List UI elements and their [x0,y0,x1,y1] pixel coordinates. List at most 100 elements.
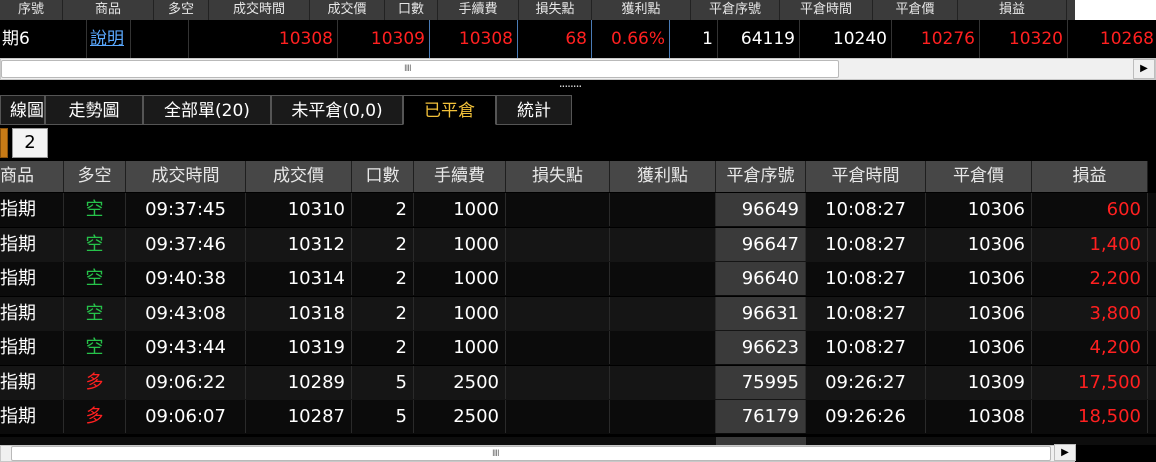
splitter-handle[interactable]: ........ [540,77,600,90]
grid-col-pnl[interactable]: 損益 [1032,161,1148,192]
table-row[interactable]: 指期多 09:06:22 10289 5 2500 75995 09:26:27 10309 1… [0,365,1156,400]
cell-close-price: 10306 [926,331,1032,364]
table-row[interactable]: 指期空 09:40:38 10314 2 1000 96640 10:08:27 10306 2… [0,262,1156,296]
tab-open-positions[interactable]: 未平倉(0,0) [271,95,403,125]
cell-close-no: 96640 [716,262,806,295]
cell-price: 10314 [246,262,352,295]
cell-price: 10319 [246,331,352,364]
top-info-link[interactable]: 說明 [84,20,131,58]
cell-side: 多 [64,365,126,399]
cell-close-price: 10309 [926,365,1032,399]
grid-col-time[interactable]: 成交時間 [126,161,246,192]
cell-fee: 1000 [414,331,506,364]
cell-fee: 2500 [414,365,506,399]
col-header-fee[interactable]: 手續費 [438,0,519,20]
bottom-horizontal-scrollbar[interactable]: IIII ▶ [0,444,1076,462]
grid-col-fee[interactable]: 手續費 [414,161,506,192]
cell-qty: 2 [352,296,414,330]
top-cell-3: 10308 [430,20,518,58]
cell-close-time: 10:08:27 [806,227,926,261]
cell-pnl: 1,400 [1032,227,1148,261]
scroll-right-arrow-icon[interactable]: ▶ [1133,59,1155,79]
col-header-close-price[interactable]: 平倉價 [873,0,958,20]
cell-product: 指期 [0,365,64,399]
cell-stop [506,365,610,399]
table-row[interactable]: 指期空 09:43:44 10319 2 1000 96623 10:08:27 10306 4… [0,331,1156,365]
col-header-side[interactable]: 多空 [154,0,209,20]
top-product: 期6 [0,20,87,58]
cell-time: 09:43:44 [126,331,246,364]
bottom-scroll-thumb[interactable]: IIII [11,446,1051,461]
cell-take [610,227,716,261]
col-header-qty[interactable]: 口數 [385,0,438,20]
col-header-close-no[interactable]: 平倉序號 [691,0,780,20]
cell-close-time: 10:08:27 [806,262,926,295]
tab-trend[interactable]: 走勢圖 [45,95,143,125]
cell-product: 指期 [0,193,64,226]
top-cell-6: 1 [670,20,718,58]
grid-col-stop[interactable]: 損失點 [506,161,610,192]
col-header-close-time[interactable]: 平倉時間 [780,0,873,20]
grid-col-close-time[interactable]: 平倉時間 [806,161,926,192]
cell-price: 10287 [246,400,352,433]
cell-fee: 1000 [414,296,506,330]
col-header-pnl[interactable]: 損益 [958,0,1067,20]
cell-fee: 1000 [414,227,506,261]
top-table-row[interactable]: 期6 說明 10308 10309 10308 68 0.66% 1 64119… [0,20,1156,58]
cell-product: 指期 [0,296,64,330]
scroll-right-arrow-icon[interactable]: ▶ [1054,444,1076,461]
cell-qty: 2 [352,227,414,261]
cell-product: 指期 [0,331,64,364]
col-header-stop[interactable]: 損失點 [519,0,592,20]
grid-col-close-no[interactable]: 平倉序號 [716,161,806,192]
cell-fee: 1000 [414,262,506,295]
cell-pnl: 600 [1032,193,1148,226]
col-header-product[interactable]: 商品 [63,0,154,20]
cell-time: 09:37:45 [126,193,246,226]
cell-side: 空 [64,331,126,364]
cell-qty: 2 [352,331,414,364]
col-header-take[interactable]: 獲利點 [592,0,691,20]
cell-price: 10318 [246,296,352,330]
col-header-price[interactable]: 成交價 [310,0,385,20]
grid-col-price[interactable]: 成交價 [246,161,352,192]
top-cell-5: 0.66% [596,20,670,58]
cell-pnl: 2,200 [1032,262,1148,295]
cell-stop [506,193,610,226]
cell-close-price: 10306 [926,296,1032,330]
tab-kline[interactable]: 線圖 [0,95,45,125]
cell-take [610,365,716,399]
top-cell-9: 10276 [892,20,980,58]
table-row[interactable]: 指期空 09:43:08 10318 2 1000 96631 10:08:27 10306 3… [0,296,1156,331]
table-row[interactable]: 指期多 09:06:07 10287 5 2500 76179 09:26:26 10308 1… [0,400,1156,434]
cell-close-time: 10:08:27 [806,296,926,330]
table-row[interactable]: 指期空 09:37:45 10310 2 1000 96649 10:08:27 10306 6… [0,193,1156,227]
cell-take [610,262,716,295]
cell-qty: 5 [352,400,414,433]
cell-side: 空 [64,296,126,330]
top-scroll-thumb[interactable]: IIII [1,60,839,78]
page-button-2[interactable]: 2 [12,128,48,158]
grid-col-side[interactable]: 多空 [64,161,126,192]
page-button-1[interactable]: 1 [0,128,8,158]
table-row[interactable]: 指期空 09:37:46 10312 2 1000 96647 10:08:27 10306 1… [0,227,1156,262]
col-header-time[interactable]: 成交時間 [209,0,310,20]
grid-col-qty[interactable]: 口數 [352,161,414,192]
cell-stop [506,262,610,295]
grid-col-close-price[interactable]: 平倉價 [926,161,1032,192]
cell-close-no: 96649 [716,193,806,226]
grid-col-product[interactable]: 商品 [0,161,64,192]
cell-close-price: 10306 [926,227,1032,261]
cell-pnl: 3,800 [1032,296,1148,330]
cell-stop [506,400,610,433]
grid-col-take[interactable]: 獲利點 [610,161,716,192]
tab-all-orders[interactable]: 全部單(20) [143,95,271,125]
cell-close-no: 96647 [716,227,806,261]
cell-qty: 5 [352,365,414,399]
tab-closed-positions[interactable]: 已平倉 [403,95,496,125]
tab-statistics[interactable]: 統計 [496,95,572,125]
cell-stop [506,331,610,364]
cell-time: 09:06:22 [126,365,246,399]
col-header-serial[interactable]: 序號 [0,0,63,20]
cell-product: 指期 [0,400,64,433]
